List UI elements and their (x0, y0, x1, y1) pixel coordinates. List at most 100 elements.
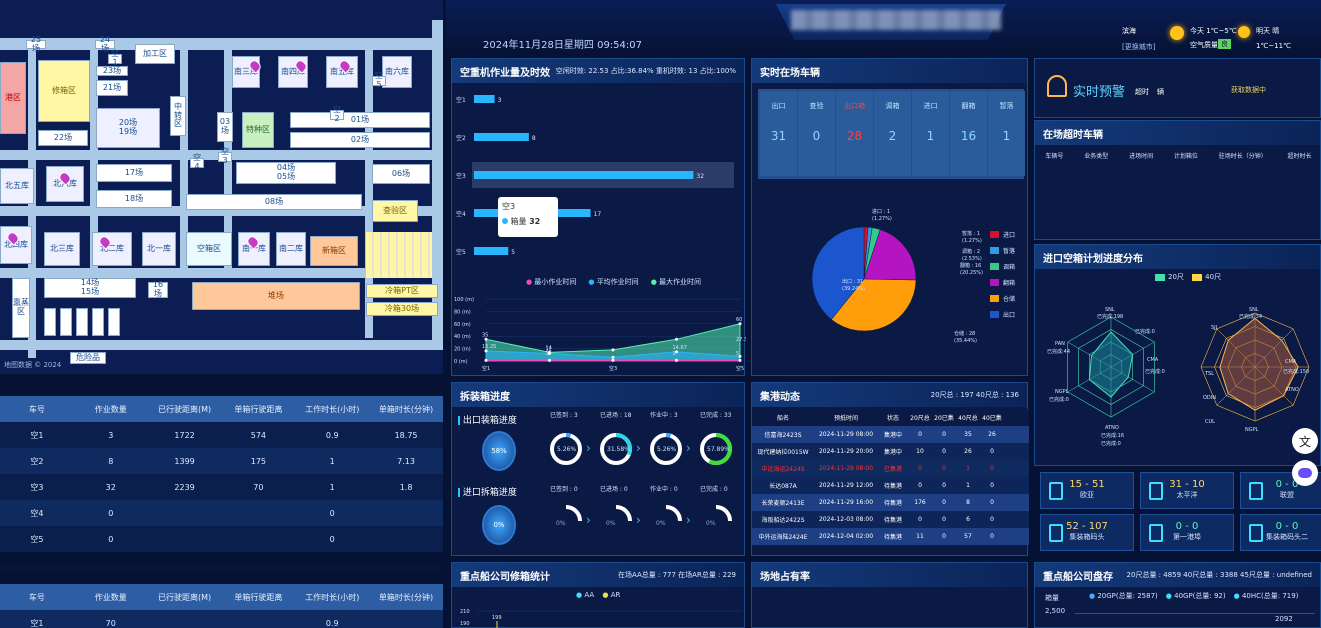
map-block[interactable]: 16场 (148, 280, 168, 298)
kpi-card[interactable]: 出口箱 28 (836, 91, 873, 176)
ring-track[interactable] (615, 505, 632, 522)
th[interactable]: 20已集 (932, 413, 956, 422)
th[interactable]: 20尺总 (908, 413, 932, 422)
map-block[interactable]: 21场 (96, 80, 128, 96)
th[interactable]: 40尺总 (956, 413, 980, 422)
table-row[interactable]: 空1 3 1722 574 0.9 18.75 (0, 422, 443, 448)
map-block[interactable]: 南二库 (276, 232, 306, 266)
legend-item[interactable]: ● AA (576, 591, 594, 599)
map-block[interactable]: 堆场 (192, 282, 360, 310)
translate-icon[interactable]: 文 (1292, 428, 1318, 454)
kpi-card[interactable]: 进口 1 (912, 91, 949, 176)
map-block[interactable] (60, 308, 72, 336)
map-block[interactable]: 25场 (26, 35, 46, 52)
map-block[interactable]: 02场 (290, 132, 430, 148)
data-point[interactable] (675, 337, 678, 341)
map-block[interactable]: 08场 (186, 194, 362, 210)
th[interactable]: 作业数量 (74, 592, 148, 603)
map-block[interactable]: 加工区 (135, 44, 175, 64)
data-point[interactable] (548, 358, 551, 362)
shipping-line-cell[interactable]: 0 - 0 第一港埠 (1140, 514, 1234, 551)
th[interactable]: 计划箱位 (1174, 151, 1198, 160)
unload-gauge[interactable]: 0% (482, 505, 516, 545)
map-block[interactable]: 港区 (0, 62, 26, 134)
map-block[interactable]: 06场 (372, 164, 430, 184)
th[interactable]: 40已集 (980, 413, 1004, 422)
th[interactable]: 车号 (0, 404, 74, 415)
map-block[interactable]: 冷箱30场 (366, 302, 438, 316)
bar[interactable] (474, 133, 529, 141)
th[interactable]: 单箱时长(分钟) (369, 404, 443, 415)
crane-marker[interactable]: 空5 (372, 71, 386, 89)
crane-marker[interactable]: 空1 (108, 49, 122, 67)
ring-track[interactable] (715, 505, 732, 522)
map-block[interactable]: 20场 19场 (96, 108, 160, 148)
th[interactable]: 作业数量 (74, 404, 148, 415)
map-block[interactable]: 17场 (96, 164, 172, 182)
map-block[interactable] (108, 308, 120, 336)
table-row[interactable]: 海阪船达2422S 2024-12-03 08:00 待集港 0 0 6 0 (752, 511, 1029, 528)
table-row[interactable]: 中远海运2424S 2024-11-29 08:00 已集港 0 0 1 0 (752, 460, 1029, 477)
change-city-link[interactable]: [更换城市] (1122, 42, 1155, 52)
crane-time-area-chart[interactable]: 100 (m)80 (m)60 (m)40 (m)20 (m)0 (m)3514… (452, 291, 746, 373)
legend-item[interactable]: ● 20GP(总量: 2587) (1089, 591, 1158, 601)
th[interactable]: 业务类型 (1084, 151, 1108, 160)
kpi-card[interactable]: 暂落 1 (988, 91, 1025, 176)
bar[interactable] (474, 247, 509, 255)
vehicle-pie-chart[interactable]: 进口 : 1(1.27%)暂落 : 1(1.27%)调箱 : 2(2.53%)翻… (752, 179, 1029, 374)
legend-item[interactable]: ● 最小作业时间 (526, 277, 576, 287)
map-block[interactable]: 新箱区 (310, 236, 358, 266)
table-row[interactable]: 长达087A 2024-11-29 12:00 待集港 0 0 1 0 (752, 477, 1029, 494)
map-block[interactable]: 中转区 (170, 96, 186, 136)
legend-item[interactable]: ● AR (602, 591, 620, 599)
radar-area[interactable] (1088, 331, 1134, 398)
table-row[interactable]: 现代建纳拉0015W 2024-11-29 20:00 集港中 10 0 26 0 (752, 443, 1029, 460)
map-block[interactable]: 修箱区 (38, 60, 90, 122)
map-block[interactable]: 22场 (38, 130, 88, 146)
crane-marker[interactable]: 空2 (330, 105, 344, 123)
radar-charts[interactable]: SNL已完成:198已完成:0CMA已完成:0ATNO已完成:16已完成:0NG… (1035, 281, 1321, 467)
map-block[interactable]: 24场 (95, 35, 115, 52)
map-block[interactable]: 空箱区 (186, 232, 232, 266)
map-block[interactable]: 北一库 (142, 232, 176, 266)
kpi-card[interactable]: 查验 0 (798, 91, 835, 176)
map-block[interactable]: 01场 (290, 112, 430, 128)
th[interactable]: 工作时长(小时) (295, 592, 369, 603)
th[interactable]: 已行驶距离(M) (148, 404, 222, 415)
th[interactable]: 驻场时长（分钟） (1219, 151, 1267, 160)
map-block[interactable] (44, 308, 56, 336)
map-block[interactable]: 危险品 (70, 352, 106, 364)
map-block[interactable]: 04场 05场 (236, 162, 336, 184)
legend-item[interactable]: ● 40GP(总量: 92) (1166, 591, 1226, 601)
shipping-line-cell[interactable]: 31 - 10 太平洋 (1140, 472, 1234, 509)
crane-bar-chart[interactable]: 空1 3 空2 8 空3 32 空4 17 空5 5 (452, 85, 746, 275)
th[interactable]: 车辆号 (1045, 151, 1063, 160)
bar[interactable] (474, 95, 495, 103)
map-block[interactable]: 南六库 (382, 56, 412, 88)
table-row[interactable]: 空4 0 0 (0, 500, 443, 526)
legend-item[interactable]: ● 40HC(总量: 719) (1234, 591, 1299, 601)
th[interactable]: 船名 (752, 413, 814, 422)
shipping-line-cell[interactable]: 52 - 107 集装箱码头 (1040, 514, 1134, 551)
data-point[interactable] (738, 358, 742, 362)
bar[interactable] (474, 171, 694, 179)
table-row[interactable]: 空3 32 2239 70 1 1.8 (0, 474, 443, 500)
table-row[interactable]: 中外运海陆2424E 2024-12-04 02:00 待集港 11 0 57 0 (752, 528, 1029, 545)
th[interactable]: 单箱行驶距离 (221, 404, 295, 415)
data-point[interactable] (611, 355, 615, 359)
table-row[interactable]: 空5 0 0 (0, 526, 443, 552)
table-row[interactable]: 空1 70 0.9 (0, 610, 443, 628)
th[interactable]: 预抵时间 (814, 413, 878, 422)
th[interactable]: 单箱时长(分钟) (369, 592, 443, 603)
th[interactable]: 车号 (0, 592, 74, 603)
map-block[interactable]: 特种区 (242, 112, 274, 148)
crane-marker[interactable]: 空4 (190, 153, 204, 171)
legend-item[interactable]: 40尺 (1192, 273, 1221, 281)
map-block[interactable]: 北三库 (44, 232, 80, 266)
map-block[interactable]: 熏蒸区 (12, 278, 30, 338)
data-point[interactable] (611, 358, 615, 362)
map-block[interactable]: 北二库 (92, 232, 132, 266)
ring-track[interactable] (565, 505, 582, 522)
data-point[interactable] (611, 348, 615, 352)
ring-track[interactable] (665, 505, 682, 522)
